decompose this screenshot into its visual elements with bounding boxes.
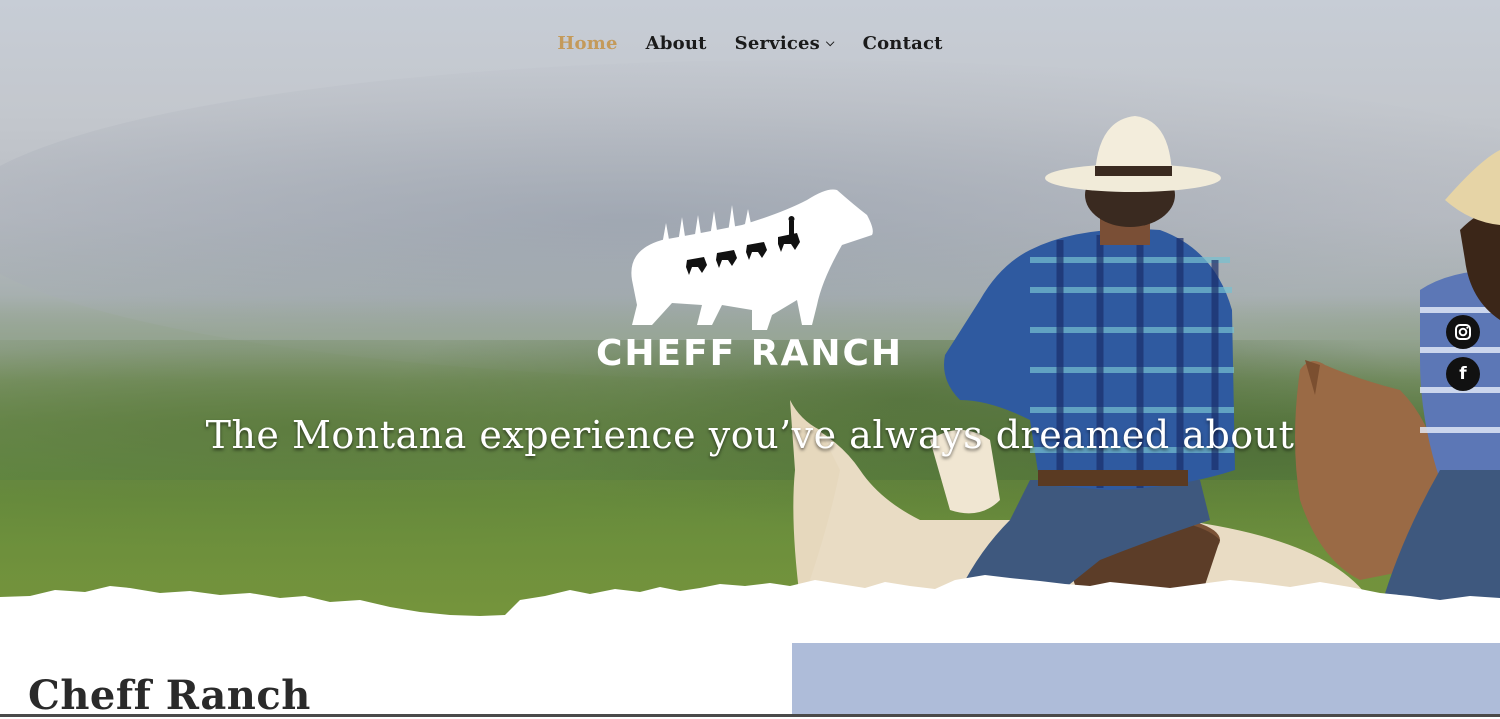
nav-services-label: Services [734,32,821,54]
content-image [792,643,1500,717]
section-title: Cheff Ranch [28,672,311,719]
facebook-icon: f [1459,364,1467,384]
nav-about-label: About [645,32,707,54]
torn-paper-divider [0,575,1500,650]
nav-about[interactable]: About [646,30,707,56]
instagram-icon [1455,324,1471,340]
chevron-down-icon: ⌵ [826,36,835,49]
nav-services[interactable]: Services ⌵ [735,30,835,56]
logo-wordmark: CHEFF RANCH [595,333,904,374]
nav-contact-label: Contact [862,32,943,54]
nav-home-label: Home [557,32,618,54]
main-nav: Home About Services ⌵ Contact [0,30,1500,56]
facebook-button[interactable]: f [1446,357,1480,391]
nav-contact[interactable]: Contact [863,30,943,56]
nav-home[interactable]: Home [557,30,617,56]
instagram-button[interactable] [1446,315,1480,349]
hero-tagline: The Montana experience you’ve always dre… [205,413,1295,457]
